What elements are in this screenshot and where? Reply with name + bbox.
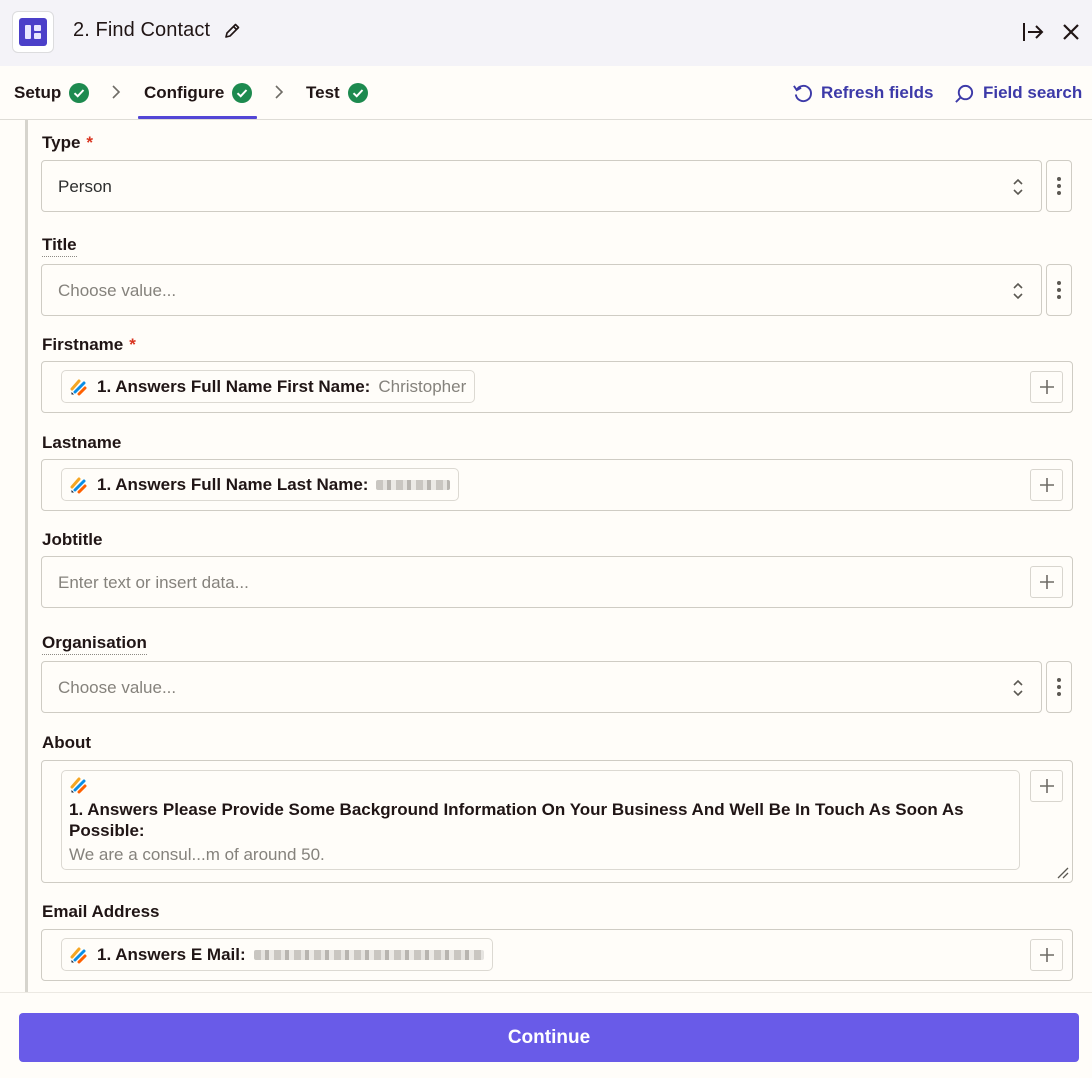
redacted-value — [253, 949, 484, 960]
email-label: Email Address — [42, 902, 160, 921]
jobtitle-label: Jobtitle — [42, 530, 103, 549]
step-header: 2. Find Contact — [0, 0, 1092, 66]
redacted-value — [376, 479, 451, 490]
type-select-value: Person — [58, 177, 112, 196]
tab-setup[interactable]: Setup — [14, 66, 90, 120]
check-circle-icon — [69, 83, 90, 103]
kebab-icon — [1057, 177, 1061, 195]
type-select[interactable]: Person — [41, 160, 1042, 212]
data-pill[interactable]: 1. Answers E Mail: — [61, 938, 493, 971]
field-search-label: Field search — [983, 83, 1083, 102]
organisation-select[interactable]: Choose value... — [41, 661, 1042, 713]
check-circle-icon — [347, 83, 368, 103]
insert-data-button[interactable] — [1030, 770, 1063, 802]
insert-data-button[interactable] — [1030, 939, 1063, 971]
refresh-fields-button[interactable]: Refresh fields — [792, 80, 933, 106]
pill-label: 1. Answers E Mail: — [97, 944, 246, 964]
plus-icon — [1039, 478, 1054, 492]
plus-icon — [1039, 380, 1054, 394]
title-label: Title — [42, 235, 77, 257]
insert-data-button[interactable] — [1030, 469, 1063, 501]
plus-icon — [1039, 948, 1054, 962]
jobtitle-placeholder: Enter text or insert data... — [58, 573, 249, 592]
organisation-options-button[interactable] — [1046, 661, 1072, 713]
pill-value: Christopher — [378, 376, 467, 396]
title-select-placeholder: Choose value... — [58, 281, 177, 300]
continue-button[interactable]: Continue — [19, 1013, 1079, 1062]
search-icon — [955, 84, 974, 103]
refresh-fields-label: Refresh fields — [821, 83, 934, 102]
title-select[interactable]: Choose value... — [41, 264, 1042, 316]
pill-label: 1. Answers Full Name First Name: — [97, 376, 371, 396]
field-search-button[interactable]: Field search — [954, 80, 1082, 106]
step-rail — [25, 120, 28, 992]
required-marker: * — [86, 133, 94, 152]
jobtitle-field[interactable]: Enter text or insert data... — [41, 556, 1073, 608]
refresh-icon — [793, 84, 812, 102]
type-label: Type * — [42, 133, 94, 152]
jotform-logo-icon — [70, 379, 87, 395]
data-pill[interactable]: 1. Answers Full Name Last Name: — [61, 468, 460, 501]
lastname-field[interactable]: 1. Answers Full Name Last Name: — [41, 459, 1073, 511]
firstname-field[interactable]: 1. Answers Full Name First Name: Christo… — [41, 361, 1073, 413]
about-textarea[interactable]: 1. Answers Please Provide Some Backgroun… — [41, 760, 1073, 883]
kebab-icon — [1057, 678, 1061, 696]
tab-configure[interactable]: Configure — [144, 66, 253, 120]
tab-label: Test — [306, 83, 340, 102]
chevron-right-icon — [112, 85, 121, 99]
about-label: About — [42, 733, 92, 752]
pill-label: 1. Answers Please Provide Some Backgroun… — [69, 800, 964, 840]
tab-label: Setup — [14, 83, 62, 102]
resize-handle-icon[interactable] — [1055, 865, 1069, 879]
app-icon — [12, 11, 54, 53]
required-marker: * — [129, 335, 136, 354]
insert-data-button[interactable] — [1030, 566, 1063, 598]
pencil-icon[interactable] — [223, 22, 241, 40]
email-field[interactable]: 1. Answers E Mail: — [41, 929, 1073, 981]
updown-chevron-icon — [1013, 282, 1023, 300]
tab-label: Configure — [144, 83, 225, 102]
step-title: 2. Find Contact — [73, 19, 211, 41]
data-pill[interactable]: 1. Answers Please Provide Some Backgroun… — [61, 770, 1020, 870]
firstname-label: Firstname * — [42, 335, 136, 354]
plus-icon — [1039, 575, 1054, 589]
organisation-label: Organisation — [42, 633, 147, 655]
type-options-button[interactable] — [1046, 160, 1072, 212]
jotform-logo-icon — [70, 477, 87, 493]
pill-label: 1. Answers Full Name Last Name: — [97, 474, 369, 494]
plus-icon — [1039, 779, 1054, 793]
close-icon[interactable] — [1059, 20, 1083, 44]
jotform-logo-icon — [70, 947, 87, 963]
chevron-right-icon — [275, 85, 284, 99]
step-tabs: Setup Configure Test Refresh fields Fiel… — [0, 66, 1092, 120]
kebab-icon — [1057, 281, 1061, 299]
data-pill[interactable]: 1. Answers Full Name First Name: Christo… — [61, 370, 476, 403]
updown-chevron-icon — [1013, 178, 1023, 196]
tab-test[interactable]: Test — [306, 66, 368, 120]
updown-chevron-icon — [1013, 679, 1023, 697]
active-tab-indicator — [138, 116, 257, 119]
jotform-logo-icon — [70, 777, 87, 794]
organisation-select-placeholder: Choose value... — [58, 678, 177, 697]
collapse-panel-icon[interactable] — [1021, 20, 1045, 44]
insert-data-button[interactable] — [1030, 371, 1063, 403]
lastname-label: Lastname — [42, 433, 122, 452]
title-options-button[interactable] — [1046, 264, 1072, 316]
check-circle-icon — [232, 83, 253, 103]
pill-value: We are a consul...m of around 50. — [69, 845, 325, 864]
